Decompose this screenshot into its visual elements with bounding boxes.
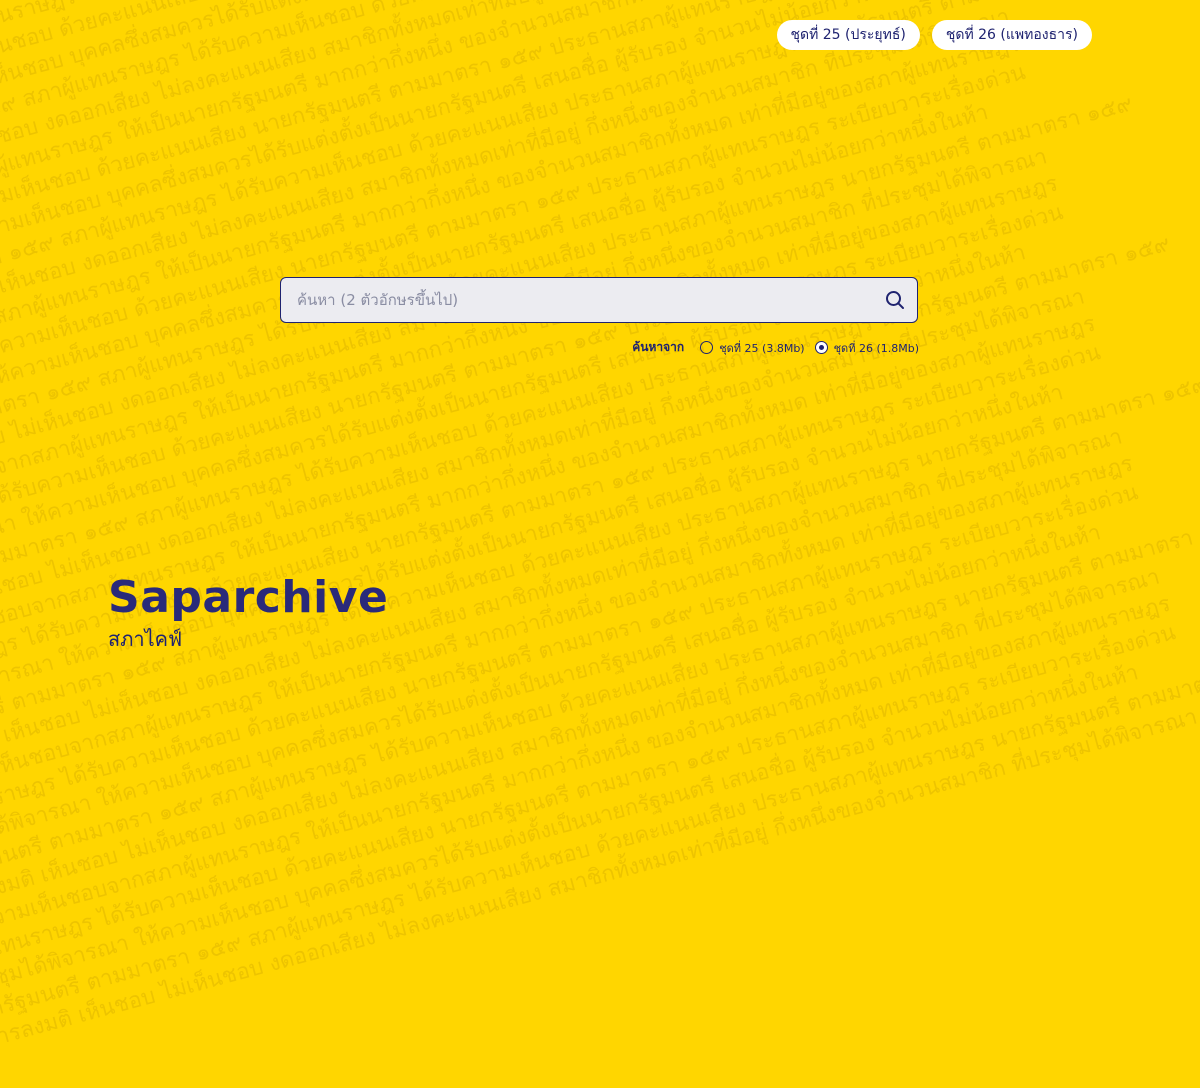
set-25-button[interactable]: ชุดที่ 25 (ประยุทธ์) [776,20,920,50]
brand-subtitle: สภาไคฟ์ [108,627,183,651]
search-icon[interactable] [873,278,917,322]
source-option-label: ชุดที่ 25 (3.8Mb) [719,341,805,355]
search-source-label: ค้นหาจาก [632,340,685,354]
search-input[interactable] [281,278,873,322]
brand-title: Saparchive [108,572,389,623]
search-box [280,277,918,323]
source-option-label: ชุดที่ 26 (1.8Mb) [833,341,919,355]
radio-set-26[interactable] [814,341,828,354]
radio-set-25[interactable] [700,341,714,354]
brand: Saparchive สภาไคฟ์ [108,570,388,652]
set-26-button[interactable]: ชุดที่ 26 (แพทองธาร) [931,20,1092,50]
source-option-set-26[interactable]: ชุดที่ 26 (1.8Mb) [814,339,919,357]
dataset-switcher: ชุดที่ 25 (ประยุทธ์) ชุดที่ 26 (แพทองธาร… [776,20,1092,50]
source-option-set-25[interactable]: ชุดที่ 25 (3.8Mb) [700,339,805,357]
background-text-texture: นายกรัฐมนตรี ตามมาตรา ๑๕๙ สภาผู้แทนราษฎร… [0,0,1200,1061]
search-source-options: ค้นหาจาก ชุดที่ 25 (3.8Mb) ชุดที่ 26 (1.… [632,338,919,357]
